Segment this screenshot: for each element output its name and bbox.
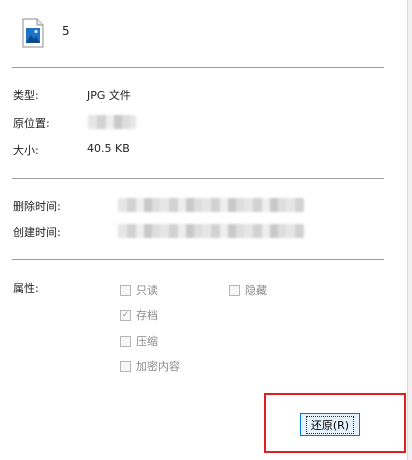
checkbox-box[interactable] — [229, 284, 240, 296]
deleted-time-value-redacted — [118, 198, 304, 212]
hidden-checkbox[interactable]: 隐藏 — [229, 282, 267, 298]
divider — [12, 67, 384, 68]
image-file-icon — [22, 18, 44, 48]
type-label: 类型: — [13, 89, 39, 102]
attributes-label: 属性: — [13, 282, 39, 295]
size-value: 40.5 KB — [87, 142, 130, 155]
readonly-checkbox[interactable]: 只读 — [120, 282, 158, 298]
checkmark-icon[interactable]: ✓ — [120, 309, 131, 321]
deleted-time-label: 删除时间: — [13, 200, 61, 213]
window-edge — [407, 0, 412, 460]
type-value: JPG 文件 — [87, 89, 131, 102]
created-time-label: 创建时间: — [13, 226, 61, 239]
compress-checkbox[interactable]: 压缩 — [120, 333, 158, 349]
original-location-label: 原位置: — [13, 117, 50, 130]
divider — [12, 178, 384, 179]
checkbox-box[interactable] — [120, 284, 131, 296]
hidden-label: 隐藏 — [245, 284, 267, 297]
file-name: 5 — [62, 24, 70, 38]
encrypt-checkbox[interactable]: 加密内容 — [120, 358, 180, 374]
checkbox-box[interactable] — [120, 360, 131, 372]
created-time-value-redacted — [118, 224, 304, 238]
archive-checkbox[interactable]: ✓ 存档 — [120, 307, 158, 323]
checkbox-box[interactable] — [120, 335, 131, 347]
restore-button[interactable]: 还原(R) — [300, 413, 360, 436]
size-label: 大小: — [13, 144, 39, 157]
readonly-label: 只读 — [136, 284, 158, 297]
divider — [12, 259, 384, 260]
restore-button-label: 还原(R) — [305, 415, 355, 434]
archive-label: 存档 — [136, 309, 158, 322]
original-location-value-redacted — [88, 115, 136, 129]
compress-label: 压缩 — [136, 335, 158, 348]
encrypt-label: 加密内容 — [136, 360, 180, 373]
